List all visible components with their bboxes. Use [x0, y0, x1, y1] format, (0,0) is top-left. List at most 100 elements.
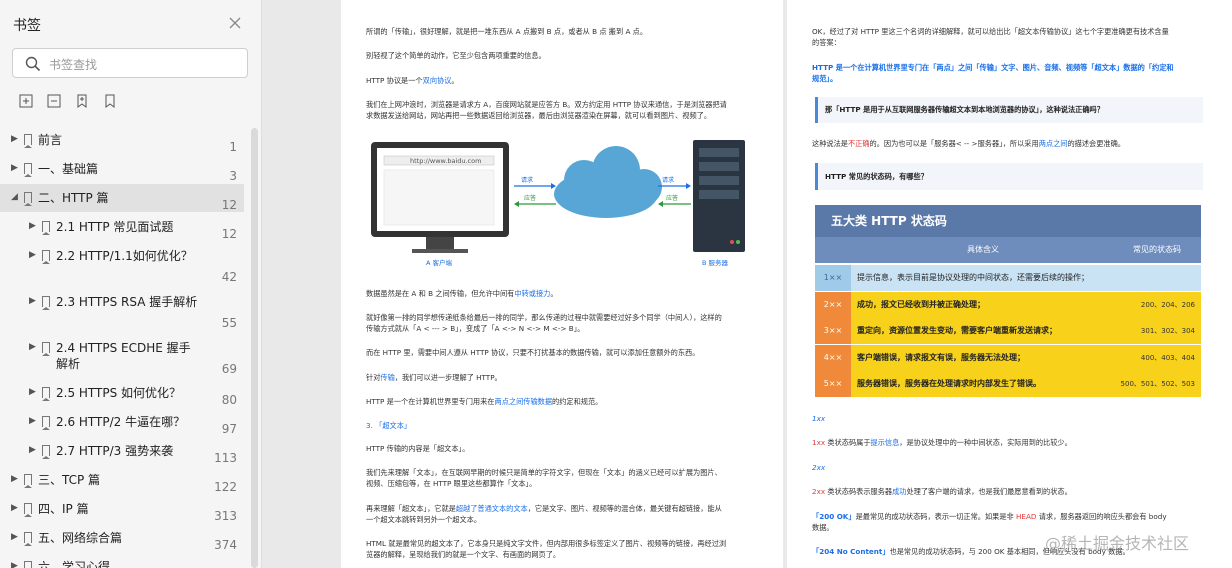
text-line: 别轻视了这个简单的动作，它至少包含两项重要的信息。	[366, 51, 546, 60]
collapse-all-icon[interactable]	[46, 93, 62, 109]
request-label-left: 请求	[521, 176, 533, 184]
response-label-left: 应答	[524, 194, 536, 202]
status-description: 重定向，资源位置发生变动，需要客户端重新发送请求；	[857, 326, 1057, 335]
text-line: HTTP 是一个在计算机世界里专门用来在两点之间传输数据的约定和规范。	[366, 397, 603, 406]
bookmark-icon	[24, 163, 32, 177]
toc-item-page: 113	[214, 451, 237, 465]
sidebar-title: 书签	[13, 18, 41, 34]
toc-item-page: 12	[221, 227, 237, 241]
chevron-right-icon[interactable]: ▶	[11, 134, 18, 144]
toc-item[interactable]: ▶ 2.3 HTTPS RSA 握手解析 55	[0, 288, 244, 332]
chevron-right-icon[interactable]: ▶	[29, 250, 36, 260]
status-code-class: 3××	[815, 318, 851, 344]
text-line: 1xx 类状态码属于提示信息，是协议处理中的一种中间状态，实际用到的比较少。	[812, 438, 1072, 447]
text-line: HTTP 传输的内容是「超文本」。	[366, 444, 470, 453]
status-common-codes: 400、403、404	[1140, 353, 1195, 362]
chevron-right-icon[interactable]: ▶	[29, 416, 36, 426]
header-codes: 常见的状态码	[1133, 245, 1181, 254]
bookmark-icon	[42, 387, 50, 401]
client-label: A 客户端	[426, 258, 453, 267]
table-title: 五大类 HTTP 状态码	[831, 214, 947, 228]
toc-item-page: 1	[229, 140, 237, 154]
header-desc: 具体含义	[967, 245, 999, 254]
toc-item-page: 69	[221, 362, 237, 376]
chevron-right-icon[interactable]: ▶	[29, 445, 36, 455]
server-label: B 服务器	[702, 258, 729, 267]
text-line: 这种说法是不正确的。因为也可以是「服务器< -- >服务器」，所以采用两点之间的…	[812, 139, 1125, 148]
link-text[interactable]: 双向协议	[423, 76, 452, 85]
chevron-right-icon[interactable]: ▶	[29, 387, 36, 397]
toc-item-page: 374	[214, 538, 237, 552]
toc-item[interactable]: ▶ 五、网络综合篇 374	[0, 524, 244, 552]
close-icon[interactable]	[228, 16, 242, 30]
bookmark-icon[interactable]	[102, 93, 118, 109]
question-box: 那「HTTP 是用于从互联网服务器传输超文本到本地浏览器的协议」，这种说法正确吗…	[815, 97, 1203, 123]
chevron-right-icon[interactable]: ▶	[11, 561, 18, 568]
toc-item-label: 2.5 HTTPS 如何优化？	[56, 386, 182, 400]
toc-item-page: 12	[221, 198, 237, 212]
pdf-page-right: OK，经过了对 HTTP 里这三个名词的详细解释，就可以给出比「超文本传输协议」…	[787, 0, 1232, 568]
toc-item[interactable]: ▶ 2.5 HTTPS 如何优化？ 80	[0, 379, 244, 407]
request-label-right: 请求	[662, 176, 674, 184]
toc-item[interactable]: ▶ 一、基础篇 3	[0, 155, 244, 183]
toc-item[interactable]: ▶ 2.4 HTTPS ECDHE 握手解析 69	[0, 334, 244, 378]
chevron-right-icon[interactable]: ▶	[29, 221, 36, 231]
toc-item-label: 六、学习心得	[38, 560, 111, 568]
status-description: 提示信息，表示目前是协议处理的中间状态，还需要后续的操作；	[857, 273, 1089, 282]
text-line: HTTP 是一个在计算机世界里专门在「两点」之间「传输」文字、图片、音频、视频等…	[812, 63, 1174, 72]
chevron-down-icon[interactable]: ◢	[11, 192, 18, 202]
bookmark-icon	[24, 474, 32, 488]
text-line: 我们先来理解「文本」，在互联网早期的时候只是简单的字符文字，但现在「文本」的涵义…	[366, 468, 722, 477]
status-code-class: 1××	[815, 265, 851, 291]
text-line: 「200 OK」是最常见的成功状态码，表示一切正常。如果是非 HEAD 请求，服…	[812, 512, 1167, 521]
pdf-reader-window: 书签 书签查找 ▶ 前言 1 ▶ 一、基础篇 3 ◢ 二、HTTP 篇 12 ▶ 2.1 HTTP …	[0, 0, 1232, 568]
toc-item-label: 一、基础篇	[38, 162, 99, 176]
status-row: 2×× 成功，报文已经收到并被正确处理； 200、204、206	[815, 291, 1201, 318]
toc-item-label: 2.7 HTTP/3 强势来袭	[56, 444, 174, 458]
status-common-codes: 200、204、206	[1140, 300, 1195, 309]
chevron-right-icon[interactable]: ▶	[29, 296, 36, 306]
toc-item[interactable]: ◢ 二、HTTP 篇 12	[0, 184, 244, 212]
add-bookmark-icon[interactable]	[74, 93, 90, 109]
text-line: 2xx 类状态码表示服务器成功处理了客户端的请求，也是我们最愿意看到的状态。	[812, 487, 1072, 496]
toc-item-label: 2.6 HTTP/2 牛逼在哪？	[56, 415, 186, 429]
status-common-codes: 301、302、304	[1140, 327, 1195, 335]
status-description: 服务器错误，服务器在处理请求时内部发生了错误。	[857, 379, 1041, 388]
http-transfer-illustration: http://www.baidu.com A 客户端 请求 应答 请求 应答 B…	[371, 140, 745, 267]
toc-item-page: 42	[221, 270, 237, 284]
toc-item[interactable]: ▶ 2.7 HTTP/3 强势来袭 113	[0, 437, 244, 465]
bookmark-icon	[42, 250, 50, 264]
text-line: 传输方式就从「A < --- > B」，变成了「A <-> N <-> M <-…	[366, 324, 585, 333]
toc-item-page: 3	[229, 169, 237, 183]
toc-item[interactable]: ▶ 2.2 HTTP/1.1如何优化？ 42	[0, 242, 244, 286]
toc-item[interactable]: ▶ 2.6 HTTP/2 牛逼在哪？ 97	[0, 408, 244, 436]
toc-item[interactable]: ▶ 前言 1	[0, 126, 244, 154]
bookmark-icon	[24, 192, 32, 206]
text-line: 而在 HTTP 里，需要中间人遵从 HTTP 协议，只要不打扰基本的数据传输，就…	[366, 348, 700, 357]
bookmark-search-input[interactable]: 书签查找	[12, 48, 248, 78]
chevron-right-icon[interactable]: ▶	[11, 474, 18, 484]
text-line: 再来理解「超文本」，它就是超越了普通文本的文本，它是文字、图片、视频等的混合体，…	[366, 504, 722, 513]
bookmark-icon	[24, 134, 32, 148]
text-line: 数据。	[812, 523, 834, 532]
toc-item[interactable]: ▶ 2.1 HTTP 常见面试题 12	[0, 213, 244, 241]
chevron-right-icon[interactable]: ▶	[11, 163, 18, 173]
text-line: 数据虽然是在 A 和 B 之间传输，但允许中间有中转或接力。	[366, 289, 558, 298]
section-heading: 3. 「超文本」	[366, 421, 412, 430]
bookmark-icon	[42, 416, 50, 430]
sidebar-scrollbar[interactable]	[251, 128, 258, 568]
chevron-right-icon[interactable]: ▶	[11, 503, 18, 513]
toc-item[interactable]: ▶ 四、IP 篇 313	[0, 495, 244, 523]
toc-item[interactable]: ▶ 三、TCP 篇 122	[0, 466, 244, 494]
chevron-right-icon[interactable]: ▶	[29, 342, 36, 352]
text-line: OK，经过了对 HTTP 里这三个名词的详细解释，就可以给出比「超文本传输协议」…	[812, 27, 1169, 36]
text-line: 视频、压缩包等，在 HTTP 眼里这些都算作「文本」。	[366, 479, 537, 488]
status-code-class: 2××	[815, 291, 851, 318]
pdf-page-left: 所谓的「传输」，很好理解，就是把一堆东西从 A 点搬到 B 点，或者从 B 点 …	[341, 0, 783, 568]
toc-item-label: 2.4 HTTPS ECDHE 握手解析	[56, 341, 191, 371]
text-line: 求数据发送给网站，网站再把一些数据返回给浏览器，最后由浏览器渲染在屏幕，就可以看…	[366, 111, 712, 120]
expand-all-icon[interactable]	[18, 93, 34, 109]
toc-item-page: 122	[214, 480, 237, 494]
toc-item[interactable]: ▶ 六、学习心得	[0, 553, 244, 568]
chevron-right-icon[interactable]: ▶	[11, 532, 18, 542]
